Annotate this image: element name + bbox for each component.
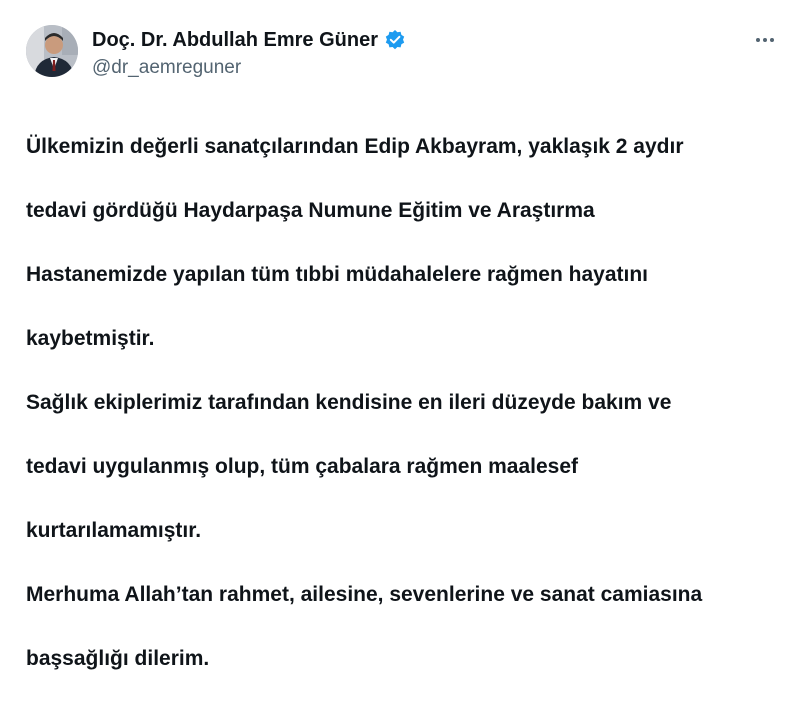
author-handle[interactable]: @dr_aemreguner — [92, 56, 241, 80]
tweet-text-line: kurtarılamamıştır. — [26, 519, 202, 542]
tweet-text-line: Ülkemizin değerli sanatçılarından Edip A… — [26, 135, 684, 158]
author-name[interactable]: Doç. Dr. Abdullah Emre Güner — [92, 28, 378, 52]
avatar-photo — [26, 25, 78, 77]
tweet-text: Ülkemizin değerli sanatçılarından Edip A… — [26, 99, 786, 707]
tweet-text-line: tedavi gördüğü Haydarpaşa Numune Eğitim … — [26, 199, 595, 222]
tweet-text-line: Hastanemizde yapılan tüm tıbbi müdahalel… — [26, 263, 649, 286]
more-options-icon[interactable] — [750, 28, 780, 52]
author-name-row: Doç. Dr. Abdullah Emre Güner — [92, 28, 406, 52]
tweet-text-line: başsağlığı dilerim. — [26, 647, 210, 670]
verified-badge-icon — [384, 29, 406, 51]
avatar[interactable] — [26, 25, 78, 77]
tweet-text-line: tedavi uygulanmış olup, tüm çabalara rağ… — [26, 455, 579, 478]
tweet-text-line: Merhuma Allah’tan rahmet, ailesine, seve… — [26, 583, 703, 606]
tweet-card: Doç. Dr. Abdullah Emre Güner @dr_aemregu… — [0, 0, 800, 670]
tweet-text-line: Sağlık ekiplerimiz tarafından kendisine … — [26, 391, 672, 414]
tweet-text-line: kaybetmiştir. — [26, 327, 155, 350]
